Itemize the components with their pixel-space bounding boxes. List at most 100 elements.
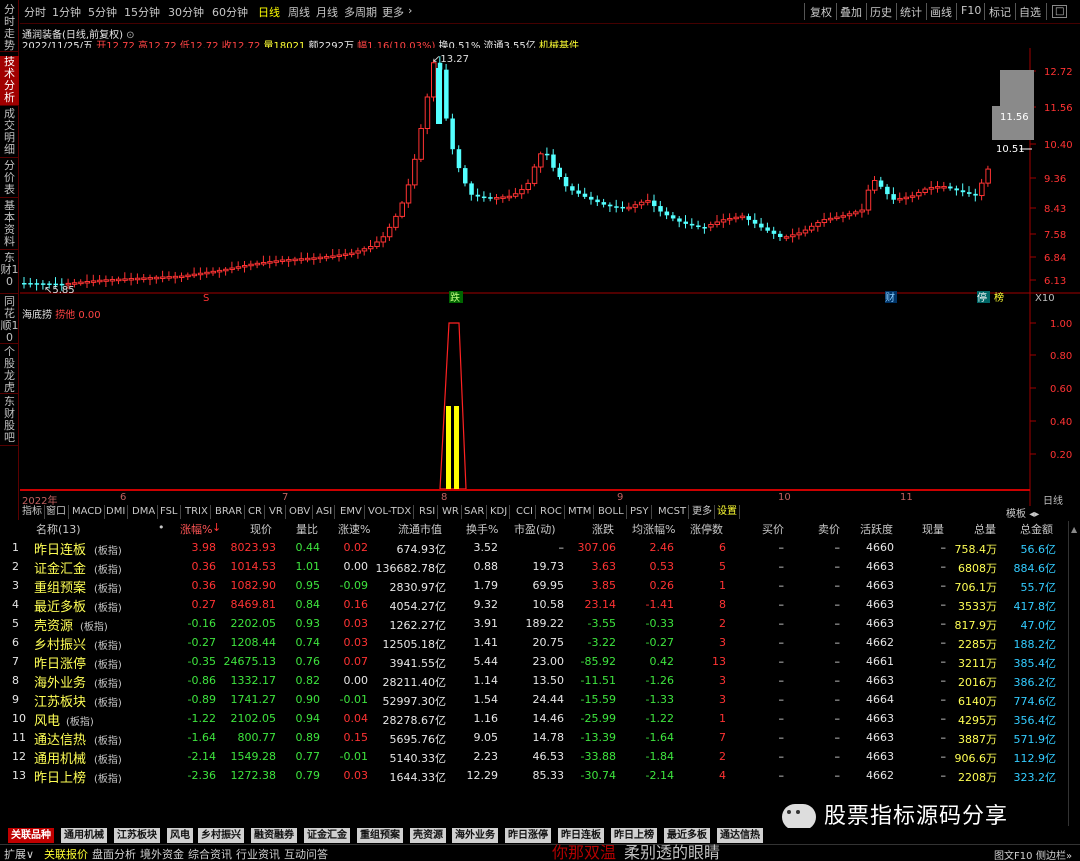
left-tab-trades[interactable]: 成交明细 xyxy=(0,108,19,158)
column-header[interactable]: 总金额 xyxy=(1020,521,1053,538)
indicator-tab[interactable]: MACD xyxy=(70,505,105,519)
overseas-fund-button[interactable]: 境外资金 xyxy=(140,846,184,861)
indicator-tab[interactable]: WR xyxy=(440,505,462,519)
table-row[interactable]: 5 壳资源 (板指) -0.16 2202.05 0.93 0.03 1262.27亿 3.91… xyxy=(0,615,1068,634)
column-header[interactable]: 涨幅% xyxy=(180,521,212,538)
indicator-tab[interactable]: CR xyxy=(246,505,265,519)
table-row[interactable]: 13 昨日上榜 (板指) -2.36 1272.38 0.79 0.03 1644.33亿 12… xyxy=(0,767,1068,786)
indicator-tab[interactable]: SAR xyxy=(462,505,488,519)
column-header[interactable]: 涨停数 xyxy=(690,521,723,538)
table-row[interactable]: 12 通用机械 (板指) -2.14 1549.28 0.77 -0.01 5140.33亿 2… xyxy=(0,748,1068,767)
history-button[interactable]: 历史 xyxy=(870,4,892,20)
related-tab[interactable]: 江苏板块 xyxy=(114,828,161,843)
column-header[interactable]: • xyxy=(158,521,165,538)
period-multi[interactable]: 多周期 xyxy=(344,4,377,20)
table-row[interactable]: 4 最近多板 (板指) 0.27 8469.81 0.84 0.16 4054.27亿 9.32… xyxy=(0,596,1068,615)
indicator-tab[interactable]: BRAR xyxy=(213,505,246,519)
period-timeshare[interactable]: 分时 xyxy=(24,4,46,20)
period-monthly[interactable]: 月线 xyxy=(316,4,338,20)
table-row[interactable]: 6 乡村振兴 (板指) -0.27 1208.44 0.74 0.03 12505.18亿 1.… xyxy=(0,634,1068,653)
related-tab[interactable]: 乡村振兴 xyxy=(198,828,245,843)
scroll-up-icon[interactable]: ▲ xyxy=(1071,525,1077,534)
table-row[interactable]: 3 重组预案 (板指) 0.36 1082.90 0.95 -0.09 2830.97亿 1.7… xyxy=(0,577,1068,596)
left-tab-ths[interactable]: 同花顺10 xyxy=(0,296,19,344)
period-15min[interactable]: 15分钟 xyxy=(124,4,160,20)
column-header[interactable]: 卖价 xyxy=(818,521,840,538)
period-60min[interactable]: 60分钟 xyxy=(212,4,248,20)
column-header[interactable]: 市盈(动) xyxy=(514,521,556,538)
related-tab[interactable]: 风电 xyxy=(167,828,194,843)
indicator-tab[interactable]: CCI xyxy=(514,505,536,519)
column-header[interactable]: 换手% xyxy=(466,521,498,538)
related-tab[interactable]: 通达信热 xyxy=(717,828,764,843)
table-row[interactable]: 9 江苏板块 (板指) -0.89 1741.27 0.90 -0.01 52997.30亿 1… xyxy=(0,691,1068,710)
period-more[interactable]: 更多 xyxy=(382,4,404,20)
related-tab[interactable]: 通用机械 xyxy=(61,828,108,843)
column-header[interactable]: 现量 xyxy=(922,521,944,538)
industry-news-button[interactable]: 行业资讯 xyxy=(236,846,280,861)
chevron-right-icon[interactable]: › xyxy=(408,4,412,17)
column-header[interactable]: 总量 xyxy=(974,521,996,538)
left-tab-technical[interactable]: 技术分析 xyxy=(0,56,19,106)
indicator-tab[interactable]: VR xyxy=(267,505,286,519)
indicator-tab[interactable]: VOL-TDX xyxy=(366,505,415,519)
column-header[interactable]: 流通市值 xyxy=(398,521,442,538)
news-button[interactable]: 综合资讯 xyxy=(188,846,232,861)
period-label[interactable]: 日线 xyxy=(1043,492,1063,507)
draw-line-button[interactable]: 画线 xyxy=(930,4,952,20)
indicator-tab[interactable]: OBV xyxy=(287,505,314,519)
table-row[interactable]: 1 昨日连板 (板指) 3.98 8023.93 0.44 0.02 674.93亿 3.52 –… xyxy=(0,539,1068,558)
column-header-name[interactable]: 名称(13) xyxy=(36,521,81,538)
indicator-tab[interactable]: DMA xyxy=(130,505,159,519)
column-header[interactable]: 涨速% xyxy=(338,521,370,538)
indicator-tab[interactable]: MCST xyxy=(656,505,690,519)
sort-down-icon[interactable]: ↓ xyxy=(212,521,221,538)
indicator-chart[interactable]: 1.00 0.80 0.60 0.40 0.20 xyxy=(20,304,1080,506)
template-button[interactable]: 模板 ◂▸ xyxy=(1006,505,1039,520)
table-row[interactable]: 10 风电 (板指) -1.22 2102.05 0.94 0.04 28278.67亿 1.1… xyxy=(0,710,1068,729)
table-row[interactable]: 2 证金汇金 (板指) 0.36 1014.53 1.01 0.00 136682.78亿 0.… xyxy=(0,558,1068,577)
table-row[interactable]: 7 昨日涨停 (板指) -0.35 24675.13 0.76 0.07 3941.55亿 5.… xyxy=(0,653,1068,672)
indicator-tab[interactable]: 指标 xyxy=(20,505,45,519)
period-5min[interactable]: 5分钟 xyxy=(88,4,117,20)
related-tab[interactable]: 融资融券 xyxy=(251,828,298,843)
indicator-tab[interactable]: FSL xyxy=(158,505,181,519)
window-icon[interactable]: □ xyxy=(1052,5,1068,18)
indicator-tab[interactable]: DMI xyxy=(104,505,129,519)
watchlist-button[interactable]: 自选 xyxy=(1019,4,1041,20)
column-header[interactable]: 涨跌 xyxy=(592,521,614,538)
adjust-button[interactable]: 复权 xyxy=(810,4,832,20)
left-tab-dragon-tiger[interactable]: 个股龙虎 xyxy=(0,346,19,394)
overlay-button[interactable]: 叠加 xyxy=(840,4,862,20)
related-tab[interactable]: 海外业务 xyxy=(452,828,499,843)
board-analysis-button[interactable]: 盘面分析 xyxy=(92,846,136,861)
related-tab[interactable]: 重组预案 xyxy=(357,828,404,843)
period-weekly[interactable]: 周线 xyxy=(288,4,310,20)
indicator-tab[interactable]: ASI xyxy=(314,505,336,519)
indicator-tab[interactable]: RSI xyxy=(417,505,439,519)
kline-chart[interactable]: 12.72 11.56 10.40 9.36 8.43 7.58 6.84 6.13 11.5… xyxy=(20,48,1080,306)
indicator-tab[interactable]: EMV xyxy=(338,505,365,519)
indicator-tab[interactable]: ROC xyxy=(538,505,565,519)
column-header[interactable]: 活跃度 xyxy=(860,521,893,538)
period-30min[interactable]: 30分钟 xyxy=(168,4,204,20)
left-tab-intraday[interactable]: 分时走势 xyxy=(0,4,19,52)
related-tab-active[interactable]: 关联品种 xyxy=(8,828,55,843)
expand-button[interactable]: 扩展∨ xyxy=(4,846,34,861)
table-row[interactable]: 8 海外业务 (板指) -0.86 1332.17 0.82 0.00 28211.40亿 1.… xyxy=(0,672,1068,691)
period-daily[interactable]: 日线 xyxy=(258,4,280,20)
qa-button[interactable]: 互动问答 xyxy=(284,846,328,861)
f10-text-button[interactable]: 图文F10 xyxy=(994,847,1032,861)
table-scrollbar[interactable]: ▲ xyxy=(1068,521,1080,826)
table-row[interactable]: 11 通达信热 (板指) -1.64 800.77 0.89 0.15 5695.76亿 9.0… xyxy=(0,729,1068,748)
indicator-tab[interactable]: 更多 xyxy=(690,505,715,519)
indicator-tab[interactable]: KDJ xyxy=(488,505,511,519)
indicator-tab[interactable]: MTM xyxy=(566,505,595,519)
mark-button[interactable]: 标记 xyxy=(989,4,1011,20)
period-1min[interactable]: 1分钟 xyxy=(52,4,81,20)
left-tab-forum[interactable]: 东财股吧 xyxy=(0,396,19,446)
related-tab[interactable]: 昨日涨停 xyxy=(505,828,552,843)
column-header[interactable]: 现价 xyxy=(250,521,272,538)
related-tab[interactable]: 证金汇金 xyxy=(304,828,351,843)
indicator-tab[interactable]: 设置 xyxy=(715,505,740,519)
